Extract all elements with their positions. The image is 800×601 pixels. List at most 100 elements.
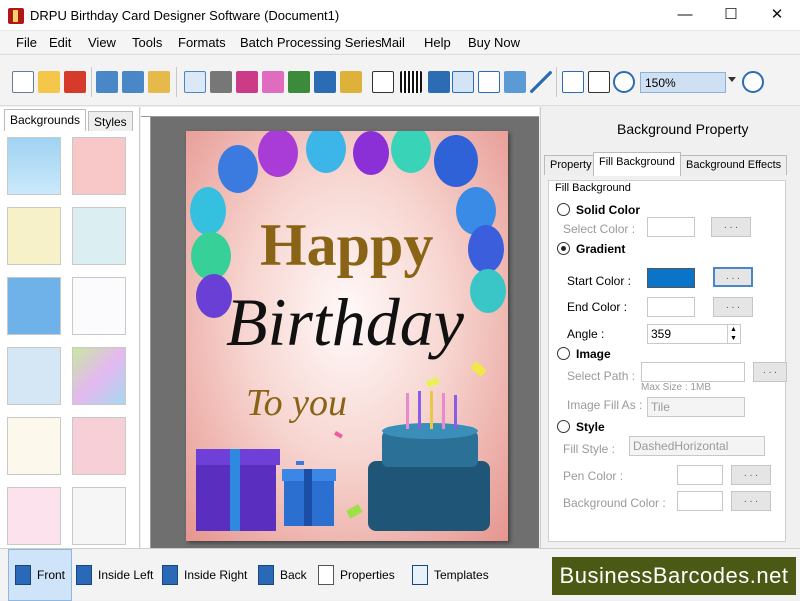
background-thumbnail[interactable] bbox=[7, 207, 61, 265]
angle-stepper-icon[interactable]: ▲ ▼ bbox=[727, 325, 739, 343]
zoom-dropdown-icon[interactable] bbox=[728, 77, 736, 82]
toolbar-separator bbox=[91, 67, 92, 97]
templates-icon bbox=[412, 565, 428, 585]
end-color-swatch[interactable] bbox=[647, 297, 695, 317]
tab-property[interactable]: Property bbox=[544, 155, 598, 175]
image-path-input[interactable] bbox=[641, 362, 745, 382]
gift-box-large bbox=[196, 449, 280, 531]
select-color-label: Select Color : bbox=[563, 222, 636, 236]
horizontal-ruler bbox=[141, 107, 539, 117]
watermark-icon[interactable] bbox=[372, 71, 394, 93]
gift-icon[interactable] bbox=[262, 71, 284, 93]
select-path-label: Select Path : bbox=[567, 369, 636, 383]
barcode-icon[interactable] bbox=[400, 71, 422, 93]
menu-file[interactable]: File bbox=[16, 35, 37, 50]
back-button[interactable]: Back bbox=[258, 549, 307, 601]
minimize-button[interactable]: — bbox=[662, 0, 708, 31]
solid-color-swatch[interactable] bbox=[647, 217, 695, 237]
background-thumbnail[interactable] bbox=[7, 347, 61, 405]
copy-icon[interactable] bbox=[236, 71, 258, 93]
text-icon[interactable] bbox=[428, 71, 450, 93]
image-fill-as-select[interactable]: Tile bbox=[647, 397, 745, 417]
maximize-button[interactable]: ☐ bbox=[708, 0, 754, 31]
image-radio[interactable] bbox=[557, 347, 570, 360]
background-thumbnail[interactable] bbox=[72, 487, 126, 545]
background-color-browse-button[interactable]: . . . bbox=[731, 491, 771, 511]
tab-styles[interactable]: Styles bbox=[88, 111, 133, 131]
zoom-level-input[interactable]: 150% bbox=[640, 72, 726, 93]
menu-view[interactable]: View bbox=[88, 35, 116, 50]
start-color-browse-button[interactable]: . . . bbox=[713, 267, 753, 287]
pen-icon[interactable] bbox=[314, 71, 336, 93]
backgrounds-panel: Backgrounds Styles bbox=[0, 107, 140, 548]
inside-left-button[interactable]: Inside Left bbox=[76, 549, 153, 601]
background-thumbnail[interactable] bbox=[72, 277, 126, 335]
menu-tools[interactable]: Tools bbox=[132, 35, 162, 50]
background-color-label: Background Color : bbox=[563, 496, 666, 510]
pen-color-browse-button[interactable]: . . . bbox=[731, 465, 771, 485]
end-color-browse-button[interactable]: . . . bbox=[713, 297, 753, 317]
start-color-label: Start Color : bbox=[567, 274, 632, 288]
export-icon[interactable] bbox=[148, 71, 170, 93]
actual-size-icon[interactable] bbox=[588, 71, 610, 93]
close-document-icon[interactable] bbox=[64, 71, 86, 93]
line-icon[interactable] bbox=[530, 71, 552, 93]
front-button[interactable]: Front bbox=[8, 549, 72, 601]
print-preview-icon[interactable] bbox=[184, 71, 206, 93]
open-icon[interactable] bbox=[38, 71, 60, 93]
pen-color-label: Pen Color : bbox=[563, 469, 624, 483]
new-icon[interactable] bbox=[12, 71, 34, 93]
zoom-in-icon[interactable] bbox=[613, 71, 635, 93]
close-button[interactable]: ✕ bbox=[754, 0, 800, 31]
image-icon[interactable] bbox=[288, 71, 310, 93]
fill-style-select[interactable]: DashedHorizontal bbox=[629, 436, 765, 456]
tab-fill-background[interactable]: Fill Background bbox=[593, 152, 681, 176]
gradient-radio[interactable] bbox=[557, 242, 570, 255]
menu-mail[interactable]: Mail bbox=[381, 35, 405, 50]
zoom-out-icon[interactable] bbox=[742, 71, 764, 93]
background-thumbnail[interactable] bbox=[7, 277, 61, 335]
menu-edit[interactable]: Edit bbox=[49, 35, 71, 50]
menu-help[interactable]: Help bbox=[424, 35, 451, 50]
document-text-icon[interactable] bbox=[452, 71, 474, 93]
background-thumbnail[interactable] bbox=[72, 137, 126, 195]
background-thumbnail[interactable] bbox=[72, 417, 126, 475]
menu-buy-now[interactable]: Buy Now bbox=[468, 35, 520, 50]
fill-background-group: Fill Background Solid Color Select Color… bbox=[548, 180, 787, 542]
background-thumbnail[interactable] bbox=[7, 137, 61, 195]
image-browse-button[interactable]: . . . bbox=[753, 362, 787, 382]
grid-icon[interactable] bbox=[562, 71, 584, 93]
properties-icon bbox=[318, 565, 334, 585]
tab-background-effects[interactable]: Background Effects bbox=[680, 155, 788, 175]
background-thumbnail[interactable] bbox=[7, 417, 61, 475]
inside-right-button[interactable]: Inside Right bbox=[162, 549, 247, 601]
background-thumbnail[interactable] bbox=[72, 207, 126, 265]
menu-batch-processing[interactable]: Batch Processing Series bbox=[240, 35, 382, 50]
background-color-swatch[interactable] bbox=[677, 491, 723, 511]
solid-color-browse-button[interactable]: . . . bbox=[711, 217, 751, 237]
end-color-label: End Color : bbox=[567, 300, 628, 314]
print-icon[interactable] bbox=[210, 71, 232, 93]
background-thumbnail[interactable] bbox=[72, 347, 126, 405]
style-radio[interactable] bbox=[557, 420, 570, 433]
card-text-to-you[interactable]: To you bbox=[246, 381, 347, 425]
signature-icon[interactable] bbox=[478, 71, 500, 93]
mail-icon[interactable] bbox=[504, 71, 526, 93]
page-front-icon bbox=[15, 565, 31, 585]
templates-button[interactable]: Templates bbox=[412, 549, 489, 601]
start-color-swatch[interactable] bbox=[647, 268, 695, 288]
toolbar-separator bbox=[556, 67, 557, 97]
properties-button[interactable]: Properties bbox=[318, 549, 395, 601]
solid-color-radio[interactable] bbox=[557, 203, 570, 216]
image-fill-as-label: Image Fill As : bbox=[567, 398, 643, 412]
shapes-icon[interactable] bbox=[340, 71, 362, 93]
pen-color-swatch[interactable] bbox=[677, 465, 723, 485]
card-text-happy[interactable]: Happy bbox=[260, 211, 433, 280]
save-icon[interactable] bbox=[96, 71, 118, 93]
menu-formats[interactable]: Formats bbox=[178, 35, 226, 50]
save-as-icon[interactable] bbox=[122, 71, 144, 93]
birthday-card[interactable]: Happy Birthday To you bbox=[186, 131, 508, 541]
card-text-birthday[interactable]: Birthday bbox=[226, 283, 464, 362]
tab-backgrounds[interactable]: Backgrounds bbox=[4, 109, 87, 131]
background-thumbnail[interactable] bbox=[7, 487, 61, 545]
